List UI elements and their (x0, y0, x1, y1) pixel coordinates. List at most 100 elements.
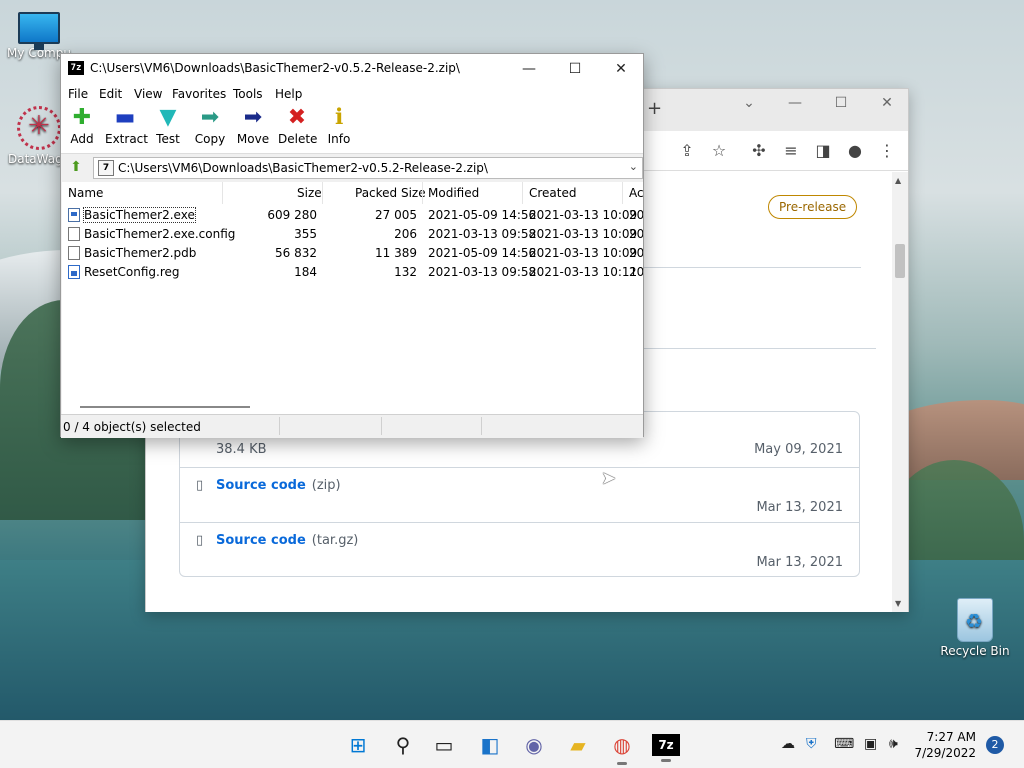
path-combobox[interactable]: 7 C:\Users\VM6\Downloads\BasicThemer2-v0… (93, 157, 643, 179)
close-button[interactable]: ✕ (598, 58, 644, 80)
bookmark-star-icon[interactable]: ☆ (708, 141, 730, 160)
file-size: 355 (294, 227, 317, 241)
chevron-down-icon[interactable]: ⌄ (629, 160, 638, 173)
source-code-zip-link[interactable]: Source code (zip) (216, 478, 341, 493)
tab-search-dropdown[interactable]: ⌄ (726, 95, 772, 111)
browser-maximize-button[interactable]: ☐ (818, 95, 864, 111)
mouse-cursor-icon: ➤ (601, 468, 617, 489)
source-code-targz-link[interactable]: Source code (tar.gz) (216, 533, 358, 548)
browser-menu-icon[interactable]: ⋮ (876, 141, 898, 160)
file-list-header: Name Size Packed Size Modified Created A… (62, 182, 643, 204)
extract-button[interactable]: ▬ Extract (105, 105, 148, 147)
teams-chat-button[interactable]: ◉ (520, 731, 548, 759)
column-name[interactable]: Name (68, 186, 103, 200)
asset-date: Mar 13, 2021 (756, 555, 843, 570)
desktop-icon-label: Recycle Bin (940, 644, 1010, 658)
file-icon (68, 227, 80, 241)
file-size: 609 280 (267, 208, 317, 222)
delete-icon: ✖ (287, 105, 307, 130)
extract-icon: ▬ (114, 105, 136, 130)
file-size: 184 (294, 265, 317, 279)
file-row[interactable]: BasicThemer2.exe 609 280 27 005 2021-05-… (62, 206, 643, 225)
browser-close-button[interactable]: ✕ (864, 95, 910, 111)
file-name: ResetConfig.reg (84, 265, 180, 279)
info-icon: ℹ (334, 105, 344, 130)
clock-time: 7:27 AM (926, 730, 976, 744)
network-icon[interactable]: ▣ (864, 736, 877, 752)
path-text: C:\Users\VM6\Downloads\BasicThemer2-v0.5… (118, 161, 488, 175)
file-row[interactable]: ResetConfig.reg 184 132 2021-03-13 09:58… (62, 263, 643, 282)
file-modified: 2021-05-09 14:56 (428, 208, 537, 222)
keyboard-icon[interactable]: ⌨ (834, 736, 854, 752)
menu-help[interactable]: Help (275, 87, 302, 101)
file-zip-icon: ▯ (196, 533, 204, 548)
search-button[interactable]: ⚲ (389, 731, 417, 759)
copy-button[interactable]: ➡ Copy (194, 105, 226, 147)
asset-date: Mar 13, 2021 (756, 500, 843, 515)
desktop-icon-recycle-bin[interactable]: Recycle Bin (936, 598, 1014, 658)
task-view-button[interactable]: ▭ (430, 731, 458, 759)
file-created: 2021-03-13 10:09 (529, 227, 638, 241)
file-explorer-button[interactable]: ▰ (564, 731, 592, 759)
info-button[interactable]: ℹ Info (325, 105, 353, 147)
security-shield-icon[interactable]: ⛨ (806, 736, 817, 752)
file-created: 2021-03-13 10:09 (529, 208, 638, 222)
add-button[interactable]: ✚ Add (67, 106, 97, 147)
menu-edit[interactable]: Edit (99, 87, 122, 101)
column-packed-size[interactable]: Packed Size (355, 186, 426, 200)
file-row[interactable]: BasicThemer2.exe.config 355 206 2021-03-… (62, 225, 643, 244)
status-bar: 0 / 4 object(s) selected (61, 414, 643, 438)
new-tab-button[interactable]: + (647, 98, 662, 119)
file-modified: 2021-03-13 09:58 (428, 227, 537, 241)
window-title: C:\Users\VM6\Downloads\BasicThemer2-v0.5… (90, 61, 460, 75)
clock[interactable]: 7:27 AM 7/29/2022 (914, 729, 976, 761)
test-button[interactable]: ▼ Test (153, 105, 183, 147)
side-panel-icon[interactable]: ◨ (812, 141, 834, 160)
computer-icon (18, 12, 60, 50)
browser-minimize-button[interactable]: — (772, 95, 818, 111)
copy-icon: ➡ (200, 105, 220, 130)
extensions-icon[interactable]: ✣ (748, 141, 770, 160)
selection-status: 0 / 4 object(s) selected (63, 420, 201, 434)
share-icon[interactable]: ⇪ (676, 141, 698, 160)
file-row[interactable]: BasicThemer2.pdb 56 832 11 389 2021-05-0… (62, 244, 643, 263)
scroll-down-arrow-icon[interactable]: ▼ (895, 599, 901, 608)
folder-up-icon[interactable]: ⬆ (65, 159, 87, 177)
file-modified: 2021-03-13 09:58 (428, 265, 537, 279)
file-packed-size: 206 (394, 227, 417, 241)
move-button[interactable]: ➡ Move (235, 106, 271, 147)
test-icon: ▼ (159, 105, 177, 130)
widgets-button[interactable]: ◧ (476, 731, 504, 759)
column-created[interactable]: Created (529, 186, 577, 200)
datawagon-icon (17, 106, 61, 150)
menu-favorites[interactable]: Favorites (172, 87, 226, 101)
menu-tools[interactable]: Tools (233, 87, 263, 101)
scroll-up-arrow-icon[interactable]: ▲ (895, 176, 901, 185)
minimize-button[interactable]: — (506, 58, 552, 80)
onedrive-offline-icon[interactable]: ☁ (781, 736, 795, 752)
scrollbar-thumb[interactable] (895, 244, 905, 278)
7zip-logo-icon: 7z (68, 61, 84, 75)
chrome-button[interactable]: ◍ (608, 731, 636, 765)
media-icon[interactable]: ≡ (780, 141, 802, 160)
column-accessed[interactable]: Ac (629, 186, 643, 200)
7zip-titlebar: 7z C:\Users\VM6\Downloads\BasicThemer2-v… (61, 54, 643, 84)
horizontal-scrollbar[interactable] (80, 406, 250, 408)
column-size[interactable]: Size (297, 186, 322, 200)
start-button[interactable]: ⊞ (344, 731, 372, 759)
delete-button[interactable]: ✖ Delete (278, 105, 317, 147)
browser-scrollbar[interactable]: ▲ ▼ (892, 172, 908, 612)
column-modified[interactable]: Modified (428, 186, 479, 200)
notification-badge[interactable]: 2 (986, 736, 1004, 754)
menu-file[interactable]: File (68, 87, 88, 101)
volume-icon[interactable]: 🕪 (889, 736, 898, 752)
file-packed-size: 132 (394, 265, 417, 279)
maximize-button[interactable]: ☐ (552, 58, 598, 80)
toolbar: ✚ Add ▬ Extract ▼ Test ➡ Copy ➡ Move ✖ D… (61, 104, 643, 154)
menu-view[interactable]: View (134, 87, 162, 101)
asset-size: 38.4 KB (216, 442, 267, 457)
profile-icon[interactable]: ● (844, 141, 866, 160)
file-accessed: 20 (629, 227, 643, 241)
7zip-taskbar-button[interactable]: 7z (652, 734, 680, 762)
file-list: Name Size Packed Size Modified Created A… (62, 182, 643, 414)
